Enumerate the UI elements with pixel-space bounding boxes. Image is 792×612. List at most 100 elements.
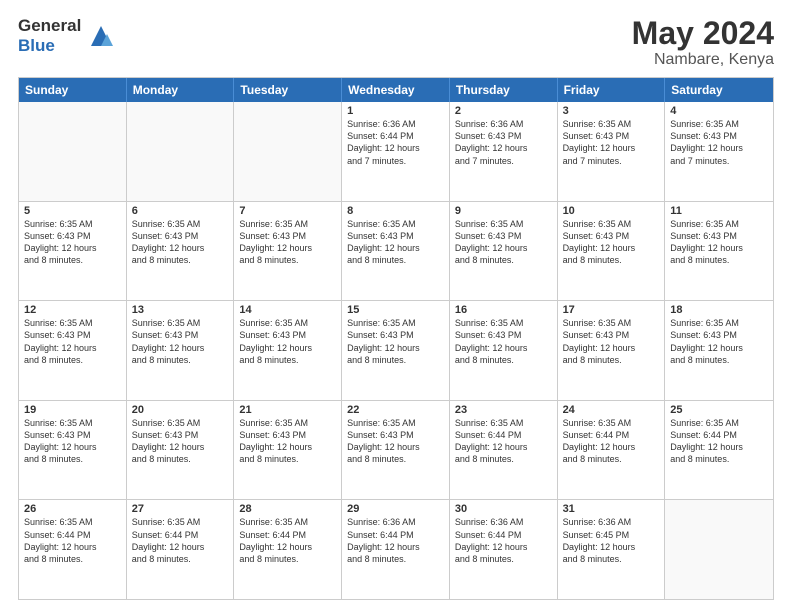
day-cell: 6Sunrise: 6:35 AMSunset: 6:43 PMDaylight… <box>127 202 235 301</box>
cell-line: Sunset: 6:45 PM <box>563 529 660 541</box>
cell-line: and 8 minutes. <box>24 354 121 366</box>
cell-line: Daylight: 12 hours <box>670 242 768 254</box>
cell-line: Daylight: 12 hours <box>347 441 444 453</box>
cell-line: Sunset: 6:43 PM <box>132 230 229 242</box>
cell-line: and 8 minutes. <box>132 354 229 366</box>
empty-cell <box>234 102 342 201</box>
calendar: SundayMondayTuesdayWednesdayThursdayFrid… <box>18 77 774 600</box>
day-number: 23 <box>455 404 552 416</box>
cell-line: and 8 minutes. <box>563 553 660 565</box>
calendar-row: 1Sunrise: 6:36 AMSunset: 6:44 PMDaylight… <box>19 102 773 201</box>
day-number: 13 <box>132 304 229 316</box>
day-number: 22 <box>347 404 444 416</box>
month-title: May 2024 <box>632 16 774 51</box>
day-number: 16 <box>455 304 552 316</box>
cell-line: Sunset: 6:43 PM <box>132 429 229 441</box>
cell-line: Daylight: 12 hours <box>24 541 121 553</box>
day-cell: 30Sunrise: 6:36 AMSunset: 6:44 PMDayligh… <box>450 500 558 599</box>
cell-line: Daylight: 12 hours <box>455 541 552 553</box>
header: General Blue May 2024 Nambare, Kenya <box>18 16 774 69</box>
cell-line: and 7 minutes. <box>563 155 660 167</box>
empty-cell <box>19 102 127 201</box>
day-cell: 19Sunrise: 6:35 AMSunset: 6:43 PMDayligh… <box>19 401 127 500</box>
day-cell: 20Sunrise: 6:35 AMSunset: 6:43 PMDayligh… <box>127 401 235 500</box>
day-cell: 23Sunrise: 6:35 AMSunset: 6:44 PMDayligh… <box>450 401 558 500</box>
calendar-row: 26Sunrise: 6:35 AMSunset: 6:44 PMDayligh… <box>19 499 773 599</box>
cell-line: Sunrise: 6:35 AM <box>239 317 336 329</box>
cell-line: Sunrise: 6:35 AM <box>24 218 121 230</box>
cell-line: Daylight: 12 hours <box>563 242 660 254</box>
day-cell: 26Sunrise: 6:35 AMSunset: 6:44 PMDayligh… <box>19 500 127 599</box>
cell-line: and 8 minutes. <box>455 354 552 366</box>
cell-line: and 8 minutes. <box>347 354 444 366</box>
header-day: Wednesday <box>342 78 450 102</box>
day-cell: 29Sunrise: 6:36 AMSunset: 6:44 PMDayligh… <box>342 500 450 599</box>
day-number: 30 <box>455 503 552 515</box>
cell-line: Daylight: 12 hours <box>670 342 768 354</box>
cell-line: Sunset: 6:43 PM <box>239 230 336 242</box>
cell-line: Daylight: 12 hours <box>347 142 444 154</box>
cell-line: Sunset: 6:43 PM <box>670 130 768 142</box>
day-number: 31 <box>563 503 660 515</box>
day-cell: 21Sunrise: 6:35 AMSunset: 6:43 PMDayligh… <box>234 401 342 500</box>
day-cell: 1Sunrise: 6:36 AMSunset: 6:44 PMDaylight… <box>342 102 450 201</box>
cell-line: Daylight: 12 hours <box>455 242 552 254</box>
cell-line: Sunset: 6:44 PM <box>670 429 768 441</box>
day-number: 10 <box>563 205 660 217</box>
cell-line: Sunset: 6:43 PM <box>563 329 660 341</box>
calendar-row: 12Sunrise: 6:35 AMSunset: 6:43 PMDayligh… <box>19 300 773 400</box>
cell-line: and 8 minutes. <box>239 354 336 366</box>
cell-line: Sunrise: 6:35 AM <box>670 118 768 130</box>
cell-line: Sunset: 6:43 PM <box>347 429 444 441</box>
day-cell: 17Sunrise: 6:35 AMSunset: 6:43 PMDayligh… <box>558 301 666 400</box>
cell-line: and 8 minutes. <box>132 453 229 465</box>
day-number: 1 <box>347 105 444 117</box>
cell-line: Sunset: 6:44 PM <box>132 529 229 541</box>
header-day: Saturday <box>665 78 773 102</box>
cell-line: Sunset: 6:43 PM <box>132 329 229 341</box>
day-number: 27 <box>132 503 229 515</box>
day-number: 17 <box>563 304 660 316</box>
cell-line: Daylight: 12 hours <box>455 342 552 354</box>
cell-line: and 7 minutes. <box>347 155 444 167</box>
cell-line: Daylight: 12 hours <box>455 142 552 154</box>
cell-line: Daylight: 12 hours <box>24 441 121 453</box>
cell-line: Daylight: 12 hours <box>239 441 336 453</box>
day-number: 8 <box>347 205 444 217</box>
cell-line: Sunrise: 6:35 AM <box>563 317 660 329</box>
day-cell: 22Sunrise: 6:35 AMSunset: 6:43 PMDayligh… <box>342 401 450 500</box>
day-cell: 27Sunrise: 6:35 AMSunset: 6:44 PMDayligh… <box>127 500 235 599</box>
day-cell: 5Sunrise: 6:35 AMSunset: 6:43 PMDaylight… <box>19 202 127 301</box>
header-day: Thursday <box>450 78 558 102</box>
cell-line: and 8 minutes. <box>455 254 552 266</box>
day-number: 5 <box>24 205 121 217</box>
day-number: 4 <box>670 105 768 117</box>
cell-line: and 8 minutes. <box>563 453 660 465</box>
day-cell: 14Sunrise: 6:35 AMSunset: 6:43 PMDayligh… <box>234 301 342 400</box>
day-cell: 10Sunrise: 6:35 AMSunset: 6:43 PMDayligh… <box>558 202 666 301</box>
cell-line: and 8 minutes. <box>347 254 444 266</box>
day-number: 25 <box>670 404 768 416</box>
cell-line: and 7 minutes. <box>455 155 552 167</box>
header-day: Friday <box>558 78 666 102</box>
cell-line: Sunset: 6:44 PM <box>347 529 444 541</box>
cell-line: Sunrise: 6:35 AM <box>132 417 229 429</box>
cell-line: Daylight: 12 hours <box>347 242 444 254</box>
cell-line: Sunset: 6:44 PM <box>24 529 121 541</box>
day-cell: 25Sunrise: 6:35 AMSunset: 6:44 PMDayligh… <box>665 401 773 500</box>
header-day: Monday <box>127 78 235 102</box>
cell-line: Sunrise: 6:36 AM <box>347 118 444 130</box>
day-cell: 12Sunrise: 6:35 AMSunset: 6:43 PMDayligh… <box>19 301 127 400</box>
cell-line: and 8 minutes. <box>670 453 768 465</box>
cell-line: Daylight: 12 hours <box>563 541 660 553</box>
cell-line: and 8 minutes. <box>563 254 660 266</box>
logo-icon <box>87 22 115 50</box>
header-day: Sunday <box>19 78 127 102</box>
cell-line: and 8 minutes. <box>239 553 336 565</box>
day-cell: 9Sunrise: 6:35 AMSunset: 6:43 PMDaylight… <box>450 202 558 301</box>
day-number: 26 <box>24 503 121 515</box>
logo-blue: Blue <box>18 36 81 56</box>
day-cell: 31Sunrise: 6:36 AMSunset: 6:45 PMDayligh… <box>558 500 666 599</box>
cell-line: Sunset: 6:43 PM <box>455 230 552 242</box>
cell-line: Daylight: 12 hours <box>239 242 336 254</box>
